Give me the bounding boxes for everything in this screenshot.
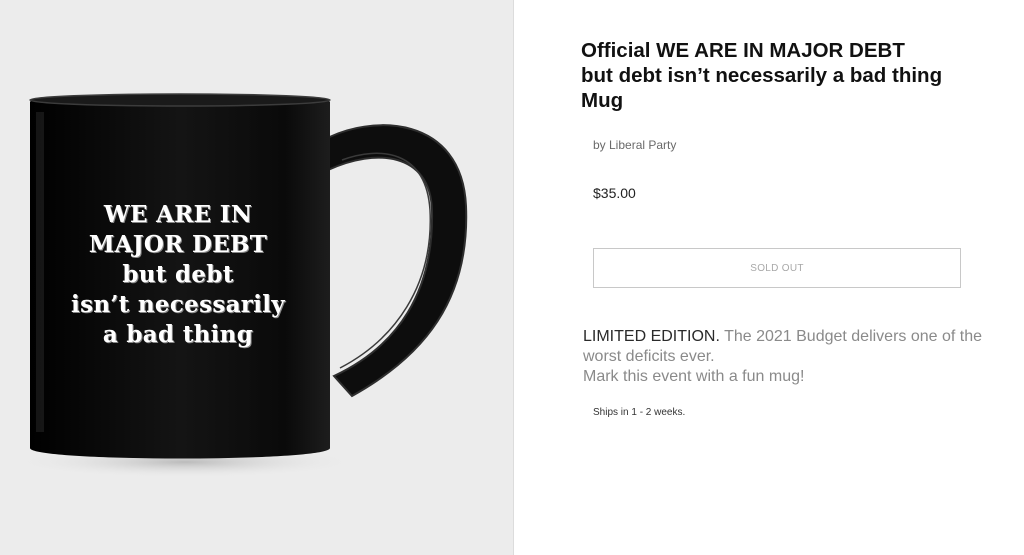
mug-print-text: WE ARE IN MAJOR DEBT but debt isn’t nece…: [48, 200, 308, 350]
description-lead: LIMITED EDITION.: [583, 328, 720, 345]
product-description: LIMITED EDITION. The 2021 Budget deliver…: [583, 327, 1013, 387]
product-price: $35.00: [593, 185, 636, 201]
product-title: Official WE ARE IN MAJOR DEBT but debt i…: [581, 38, 1021, 113]
description-line-2: Mark this event with a fun mug!: [583, 368, 805, 385]
mug-print-line: but debt: [122, 261, 234, 288]
product-title-line: Mug: [581, 89, 624, 112]
sold-out-button[interactable]: SOLD OUT: [593, 248, 961, 288]
product-details: Official WE ARE IN MAJOR DEBT but debt i…: [581, 38, 1021, 113]
product-title-line: but debt isn’t necessarily a bad thing: [581, 64, 943, 87]
panel-divider: [513, 0, 514, 555]
mug-print-line: WE ARE IN: [103, 201, 253, 228]
shipping-info: Ships in 1 - 2 weeks.: [593, 407, 686, 418]
mug-print-line: a bad thing: [102, 321, 254, 348]
product-title-line: Official WE ARE IN MAJOR DEBT: [581, 39, 905, 62]
product-page: WE ARE IN MAJOR DEBT but debt isn’t nece…: [0, 0, 1024, 555]
mug-print-line: MAJOR DEBT: [88, 231, 268, 258]
product-image-panel: WE ARE IN MAJOR DEBT but debt isn’t nece…: [0, 0, 513, 555]
mug-print-line: isn’t necessarily: [71, 291, 285, 318]
product-vendor[interactable]: by Liberal Party: [593, 138, 676, 152]
